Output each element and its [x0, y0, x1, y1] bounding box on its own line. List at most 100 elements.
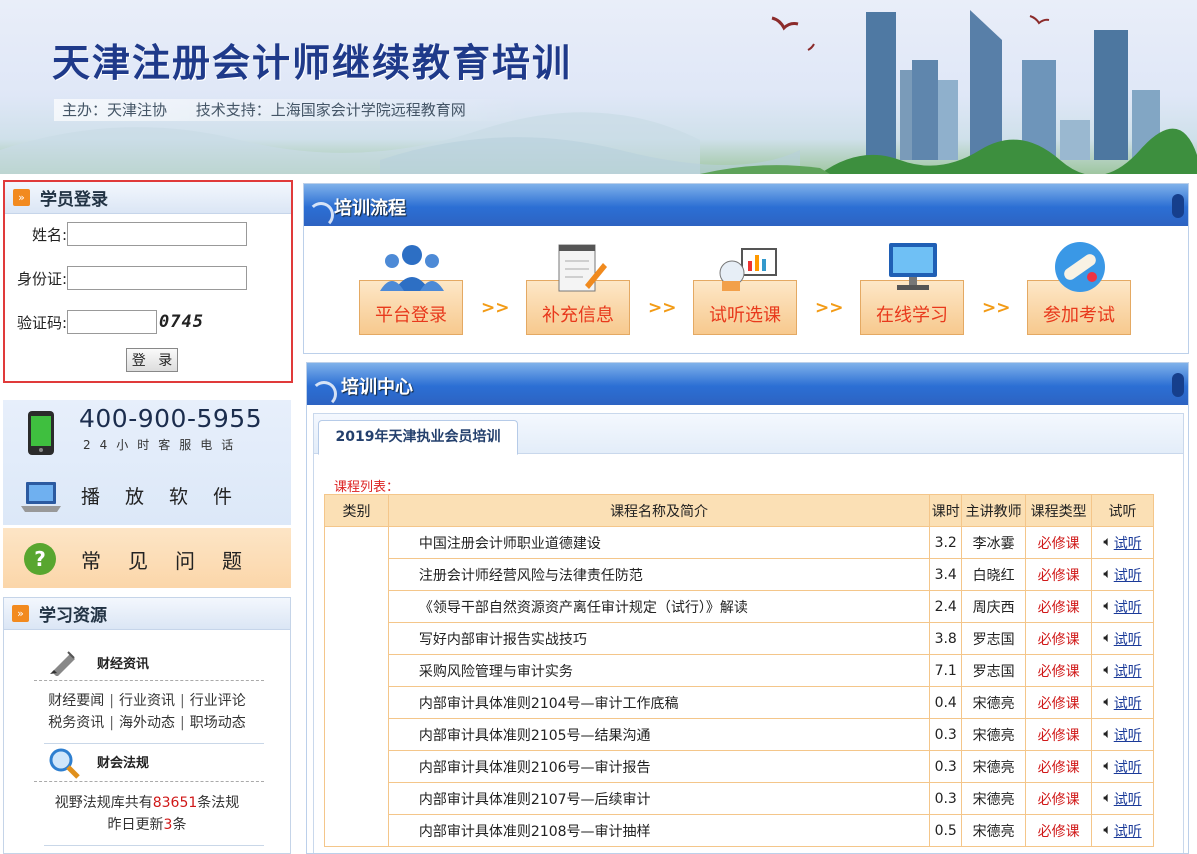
- link-tax-news[interactable]: 税务资讯: [48, 715, 104, 731]
- regulations-count: 83651: [152, 795, 198, 811]
- link-industry-comment[interactable]: 行业评论: [190, 693, 246, 709]
- course-hours: 0.5: [929, 814, 963, 847]
- course-teacher: 宋德亮: [961, 750, 1027, 783]
- city-skyline-illustration: [0, 10, 1197, 174]
- header-endcap: [1172, 194, 1184, 218]
- table-row: 《领导干部自然资源资产离任审计规定（试行）》解读 2.4 周庆西 必修课 🔈︎ 试听: [325, 590, 1154, 623]
- divider: [44, 845, 264, 846]
- col-trial: 试听: [1091, 494, 1154, 527]
- pen-icon: [50, 651, 75, 676]
- update-prefix: 昨日更新: [107, 817, 164, 833]
- speaker-icon: 🔈︎: [1103, 597, 1112, 614]
- double-chevron-icon: »: [13, 189, 30, 206]
- magnifier-icon: [49, 748, 80, 779]
- speaker-icon: 🔈︎: [1103, 629, 1112, 646]
- trial-link[interactable]: 试听: [1114, 600, 1142, 616]
- link-career-news[interactable]: 职场动态: [190, 715, 246, 731]
- devices-chart-icon: [719, 248, 777, 291]
- trial-link[interactable]: 试听: [1114, 728, 1142, 744]
- course-hours: 7.1: [929, 654, 963, 687]
- course-type: 必修课: [1025, 750, 1093, 783]
- course-name: 中国注册会计师职业道德建设: [387, 526, 931, 559]
- id-number-input[interactable]: [67, 266, 247, 290]
- arrow-icon: >>: [648, 298, 677, 318]
- course-name: 内部审计具体准则2104号—审计工作底稿: [387, 686, 931, 719]
- course-teacher: 罗志国: [961, 654, 1027, 687]
- trial-link[interactable]: 试听: [1114, 824, 1142, 840]
- center-header: 培训中心: [307, 363, 1188, 405]
- col-teacher: 主讲教师: [961, 494, 1027, 527]
- trial-link[interactable]: 试听: [1114, 760, 1142, 776]
- laptop-icon: [21, 482, 61, 512]
- captcha-input[interactable]: [67, 310, 157, 334]
- page: 天津注册会计师继续教育培训 主办：天津注协 技术支持：上海国家会计学院远程教育网…: [0, 0, 1197, 854]
- tab-2019-training[interactable]: 2019年天津执业会员培训: [318, 420, 518, 455]
- course-name: 内部审计具体准则2108号—审计抽样: [387, 814, 931, 847]
- step-supplement-info[interactable]: 补充信息: [526, 244, 630, 335]
- header-endcap: [1172, 373, 1184, 397]
- step-platform-login[interactable]: 平台登录: [359, 245, 463, 335]
- center-heading: 培训中心: [341, 377, 413, 398]
- step-trial-select[interactable]: 试听选课: [693, 248, 797, 335]
- regulations-title[interactable]: 财会法规: [97, 752, 149, 771]
- course-hours: 3.2: [929, 526, 963, 559]
- hotline-panel: 400-900-5955 24小时客服电话 播放软件: [3, 400, 291, 525]
- login-button[interactable]: 登 录: [126, 348, 178, 372]
- training-process-panel: 培训流程 平台登录 >> 补充信息 >> 试听选课 >> 在线学习 >> 参加考…: [303, 183, 1189, 354]
- table-row: 采购风险管理与审计实务 7.1 罗志国 必修课 🔈︎ 试听: [325, 654, 1154, 687]
- regulations-suffix: 条法规: [197, 795, 240, 811]
- captcha-row: 验证码: 0745: [5, 310, 204, 334]
- users-group-icon: [380, 245, 444, 291]
- name-input[interactable]: [67, 222, 247, 246]
- trial-link[interactable]: 试听: [1114, 568, 1142, 584]
- host-text: 主办：天津注协: [62, 101, 168, 119]
- svg-text:?: ?: [34, 547, 46, 571]
- faq-panel[interactable]: ? 常见问题: [3, 528, 291, 588]
- link-finance-headlines[interactable]: 财经要闻: [48, 693, 104, 709]
- course-type: 必修课: [1025, 782, 1093, 815]
- table-row: 注册会计师经营风险与法律责任防范 3.4 白晓红 必修课 🔈︎ 试听: [325, 558, 1154, 591]
- tab-strip: 2019年天津执业会员培训: [314, 414, 1183, 455]
- player-software-link[interactable]: 播放软件: [81, 482, 257, 509]
- trial-link[interactable]: 试听: [1114, 792, 1142, 808]
- captcha-image[interactable]: 0745: [159, 312, 204, 332]
- swirl-decoration: [308, 202, 334, 226]
- link-industry-news[interactable]: 行业资讯: [119, 693, 175, 709]
- step-take-exam[interactable]: 参加考试: [1027, 242, 1131, 335]
- course-type: 必修课: [1025, 526, 1093, 559]
- link-overseas-news[interactable]: 海外动态: [119, 715, 175, 731]
- trial-cell: 🔈︎ 试听: [1091, 718, 1154, 751]
- notepad-pencil-icon: [558, 244, 607, 292]
- step-label: 在线学习: [876, 305, 948, 326]
- process-heading: 培训流程: [334, 198, 406, 219]
- table-row: 中国注册会计师职业道德建设 3.2 李冰霎 必修课 🔈︎ 试听: [324, 526, 1154, 847]
- table-row: 内部审计具体准则2105号—结果沟通 0.3 宋德亮 必修课 🔈︎ 试听: [325, 718, 1154, 751]
- speaker-icon: 🔈︎: [1103, 693, 1112, 710]
- header-banner: 天津注册会计师继续教育培训 主办：天津注协 技术支持：上海国家会计学院远程教育网: [0, 0, 1197, 174]
- step-online-study[interactable]: 在线学习: [860, 243, 964, 335]
- speaker-icon: 🔈︎: [1103, 533, 1112, 550]
- double-chevron-icon: »: [12, 605, 29, 622]
- trial-link[interactable]: 试听: [1114, 536, 1142, 552]
- trial-link[interactable]: 试听: [1114, 696, 1142, 712]
- trial-cell: 🔈︎ 试听: [1091, 814, 1154, 847]
- table-row: 内部审计具体准则2108号—审计抽样 0.5 宋德亮 必修课 🔈︎ 试听: [325, 814, 1154, 847]
- course-name: 内部审计具体准则2105号—结果沟通: [387, 718, 931, 751]
- name-label: 姓名:: [31, 225, 67, 244]
- diploma-icon: [1055, 242, 1105, 292]
- course-teacher: 宋德亮: [961, 718, 1027, 751]
- course-teacher: 李冰霎: [961, 526, 1027, 559]
- trial-cell: 🔈︎ 试听: [1091, 590, 1154, 623]
- course-hours: 0.4: [929, 686, 963, 719]
- table-row: 内部审计具体准则2107号—后续审计 0.3 宋德亮 必修课 🔈︎ 试听: [325, 782, 1154, 815]
- finance-news-title[interactable]: 财经资讯: [97, 653, 149, 672]
- faq-link[interactable]: 常见问题: [81, 545, 269, 574]
- course-type: 必修课: [1025, 558, 1093, 591]
- regulations-update-text: 昨日更新3条: [4, 814, 290, 836]
- trial-link[interactable]: 试听: [1114, 664, 1142, 680]
- course-hours: 3.8: [929, 622, 963, 655]
- trial-link[interactable]: 试听: [1114, 632, 1142, 648]
- course-hours: 0.3: [929, 718, 963, 751]
- id-row: 身份证:: [5, 266, 247, 290]
- course-teacher: 宋德亮: [961, 814, 1027, 847]
